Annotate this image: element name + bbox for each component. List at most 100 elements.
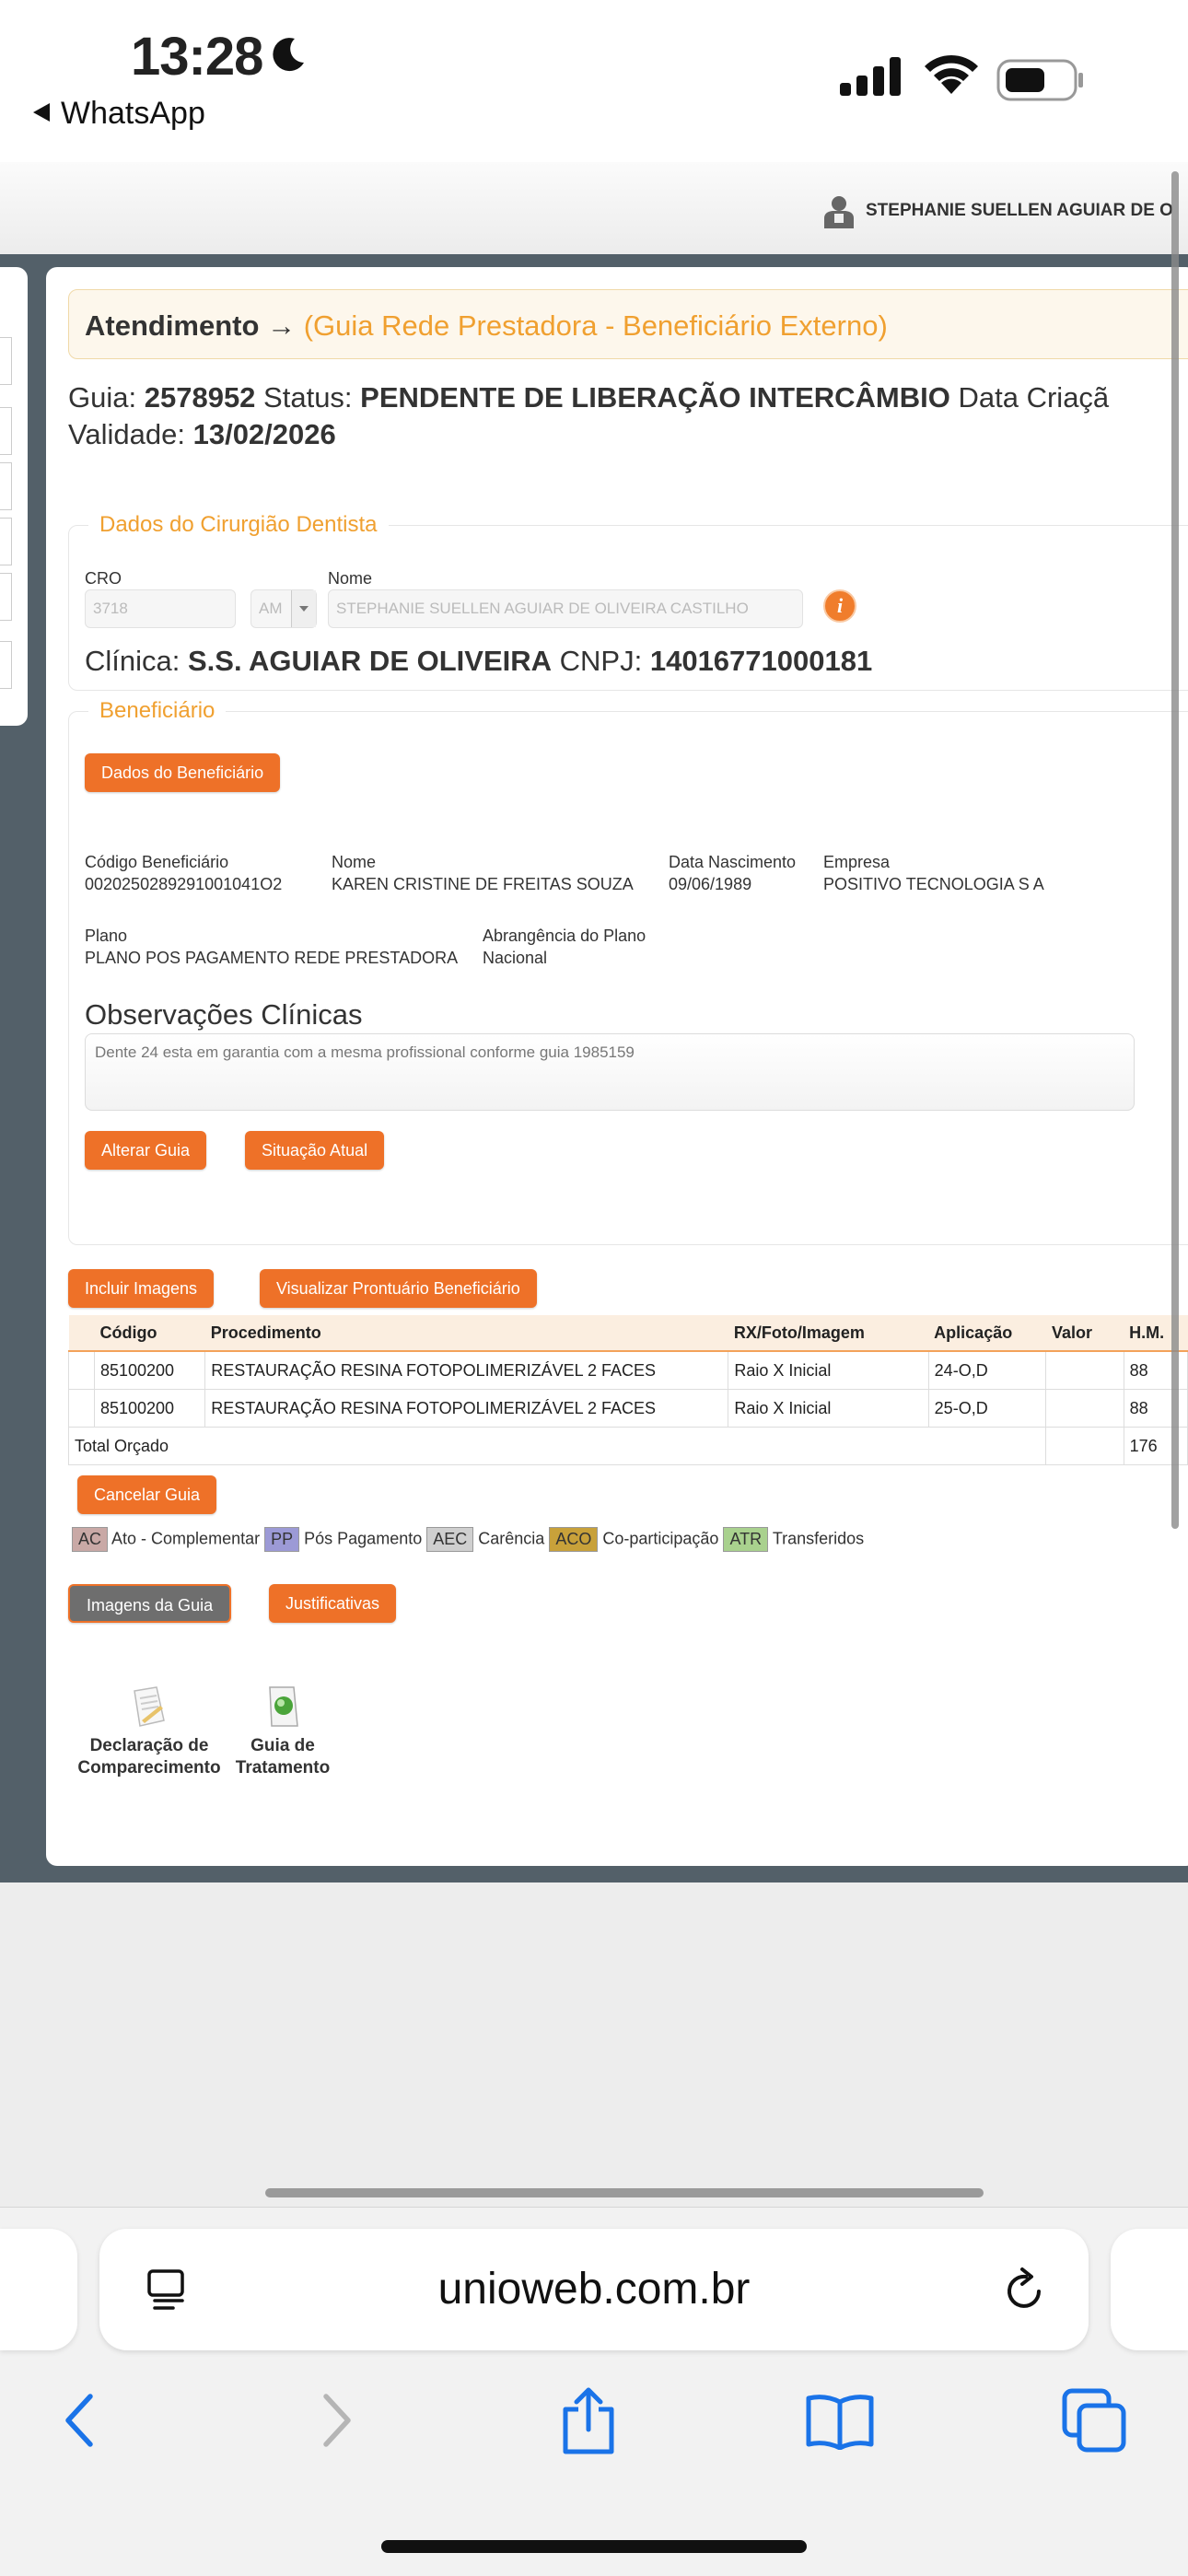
uf-value: AM: [259, 600, 283, 617]
guia-tratamento-link[interactable]: Guia de Tratamento: [232, 1684, 333, 1779]
imagens-guia-button[interactable]: Imagens da Guia: [68, 1584, 232, 1623]
beneficiary-name-value: KAREN CRISTINE DE FREITAS SOUZA: [332, 875, 634, 893]
document-icon: [134, 1686, 165, 1727]
cell-procedimento: RESTAURAÇÃO RESINA FOTOPOLIMERIZÁVEL 2 F…: [204, 1350, 729, 1390]
home-indicator[interactable]: [381, 2540, 807, 2553]
legend-chip-aco: ACO: [549, 1527, 599, 1552]
side-field[interactable]: [0, 518, 12, 565]
observacoes-textarea[interactable]: Dente 24 esta em garantia com a mesma pr…: [85, 1033, 1135, 1111]
visualizar-prontuario-button[interactable]: Visualizar Prontuário Beneficiário: [260, 1269, 537, 1308]
nascimento-label: Data Nascimento: [669, 853, 797, 871]
empresa-label: Empresa: [823, 853, 891, 871]
uf-dropdown-button[interactable]: [291, 590, 316, 627]
back-app-label: WhatsApp: [61, 96, 205, 131]
data-criacao-label: Data Criaçã: [958, 381, 1110, 414]
uf-select[interactable]: AM: [250, 589, 317, 628]
next-tab-preview[interactable]: [1111, 2229, 1188, 2350]
guia-tratamento-label-1: Guia de: [250, 1736, 315, 1755]
table-header-spacer: [68, 1315, 95, 1352]
url-text[interactable]: unioweb.com.br: [99, 2264, 1089, 2314]
left-side-panel[interactable]: [0, 267, 28, 726]
guia-number: 2578952: [144, 381, 256, 414]
horizontal-scrollbar[interactable]: [265, 2188, 984, 2197]
cancelar-guia-button[interactable]: Cancelar Guia: [77, 1475, 217, 1514]
cell-codigo: 85100200: [93, 1389, 206, 1428]
bookmarks-icon[interactable]: [805, 2391, 875, 2450]
header-aplicacao[interactable]: Aplicação: [928, 1315, 1046, 1352]
status-label: Status:: [263, 381, 353, 414]
breadcrumb-title: Atendimento →: [85, 309, 297, 342]
moon-icon: [273, 38, 304, 72]
legend-label-atr: Transferidos: [772, 1529, 865, 1548]
table-row[interactable]: 85100200 RESTAURAÇÃO RESINA FOTOPOLIMERI…: [68, 1389, 1188, 1428]
logged-user-name[interactable]: STEPHANIE SUELLEN AGUIAR DE O: [866, 201, 1173, 221]
procedures-table: Código Procedimento RX/Foto/Imagem Aplic…: [67, 1315, 1188, 1465]
header-valor[interactable]: Valor: [1045, 1315, 1124, 1352]
table-row[interactable]: 85100200 RESTAURAÇÃO RESINA FOTOPOLIMERI…: [68, 1350, 1188, 1390]
side-field[interactable]: [0, 337, 12, 385]
beneficiary-name-label: Nome: [332, 853, 377, 871]
situacao-atual-button[interactable]: Situação Atual: [245, 1131, 385, 1170]
side-field[interactable]: [0, 407, 12, 455]
back-to-app-link[interactable]: WhatsApp: [33, 96, 205, 132]
incluir-imagens-button[interactable]: Incluir Imagens: [68, 1269, 215, 1308]
legend-chip-ac: AC: [72, 1527, 109, 1552]
empresa-value: POSITIVO TECNOLOGIA S A: [823, 875, 1044, 893]
justificativas-button[interactable]: Justificativas: [269, 1584, 397, 1623]
legend-chip-aec: AEC: [426, 1527, 474, 1552]
battery-icon: [996, 59, 1083, 101]
page-title: Atendimento → (Guia Rede Prestadora - Be…: [85, 309, 888, 343]
legend-label-pp: Pós Pagamento: [304, 1529, 423, 1548]
share-icon[interactable]: [558, 2385, 619, 2455]
validade-value: 13/02/2026: [192, 418, 336, 450]
cro-label: CRO: [85, 569, 122, 588]
page-footer-area: [0, 1882, 1188, 2207]
forward-icon[interactable]: [319, 2391, 355, 2450]
dentist-name-input[interactable]: STEPHANIE SUELLEN AGUIAR DE OLIVEIRA CAS…: [328, 589, 803, 628]
status-legend: AC Ato - Complementar PP Pós Pagamento A…: [72, 1527, 864, 1552]
cell-valor: [1045, 1389, 1124, 1428]
row-spacer: [68, 1389, 95, 1428]
back-icon[interactable]: [61, 2391, 98, 2450]
header-codigo[interactable]: Código: [94, 1315, 205, 1352]
cell-procedimento: RESTAURAÇÃO RESINA FOTOPOLIMERIZÁVEL 2 F…: [204, 1389, 729, 1428]
tabs-icon[interactable]: [1061, 2387, 1127, 2454]
alterar-guia-button[interactable]: Alterar Guia: [85, 1131, 207, 1170]
cro-input[interactable]: 3718: [85, 589, 236, 628]
header-rx[interactable]: RX/Foto/Imagem: [728, 1315, 929, 1352]
header-procedimento[interactable]: Procedimento: [204, 1315, 728, 1352]
legend-label-ac: Ato - Complementar: [111, 1529, 261, 1548]
legend-label-aco: Co-participação: [602, 1529, 719, 1548]
previous-tab-preview[interactable]: [0, 2229, 77, 2350]
clock: 13:28: [131, 27, 263, 87]
chevron-down-icon: [299, 606, 309, 612]
codigo-value: 0020250289291001041O2: [85, 875, 283, 893]
total-label: Total Orçado: [67, 1427, 1047, 1465]
beneficiary-legend: Beneficiário: [88, 698, 227, 724]
plano-label: Plano: [85, 927, 128, 945]
signal-icon: [840, 57, 901, 96]
abrangencia-field: Abrangência do Plano Nacional: [483, 925, 646, 969]
nascimento-field: Data Nascimento 09/06/1989: [669, 851, 796, 895]
side-field[interactable]: [0, 573, 12, 621]
table-header-row: Código Procedimento RX/Foto/Imagem Aplic…: [68, 1315, 1188, 1352]
reload-icon[interactable]: [1002, 2264, 1050, 2315]
dados-beneficiario-button[interactable]: Dados do Beneficiário: [85, 753, 281, 792]
info-icon[interactable]: i: [823, 589, 856, 623]
guia-label: Guia:: [68, 381, 137, 414]
back-arrow-icon: [33, 103, 50, 122]
validade-label: Validade:: [68, 418, 185, 450]
page-scrollbar[interactable]: [1171, 171, 1179, 1529]
dentist-legend: Dados do Cirurgião Dentista: [88, 512, 389, 538]
side-field[interactable]: [0, 641, 12, 689]
declaracao-comparecimento-link[interactable]: Declaração de Comparecimento: [72, 1684, 227, 1779]
cell-aplicacao: 25-O,D: [927, 1389, 1047, 1428]
plano-value: PLANO POS PAGAMENTO REDE PRESTADORA: [85, 949, 459, 967]
user-icon: [824, 196, 854, 228]
clinica-value: S.S. AGUIAR DE OLIVEIRA: [188, 645, 553, 677]
declaracao-label-1: Declaração de: [89, 1736, 209, 1755]
side-field[interactable]: [0, 462, 12, 510]
codigo-label: Código Beneficiário: [85, 853, 229, 871]
codigo-beneficiario-field: Código Beneficiário 0020250289291001041O…: [85, 851, 282, 895]
cnpj-value: 14016771000181: [649, 645, 873, 677]
